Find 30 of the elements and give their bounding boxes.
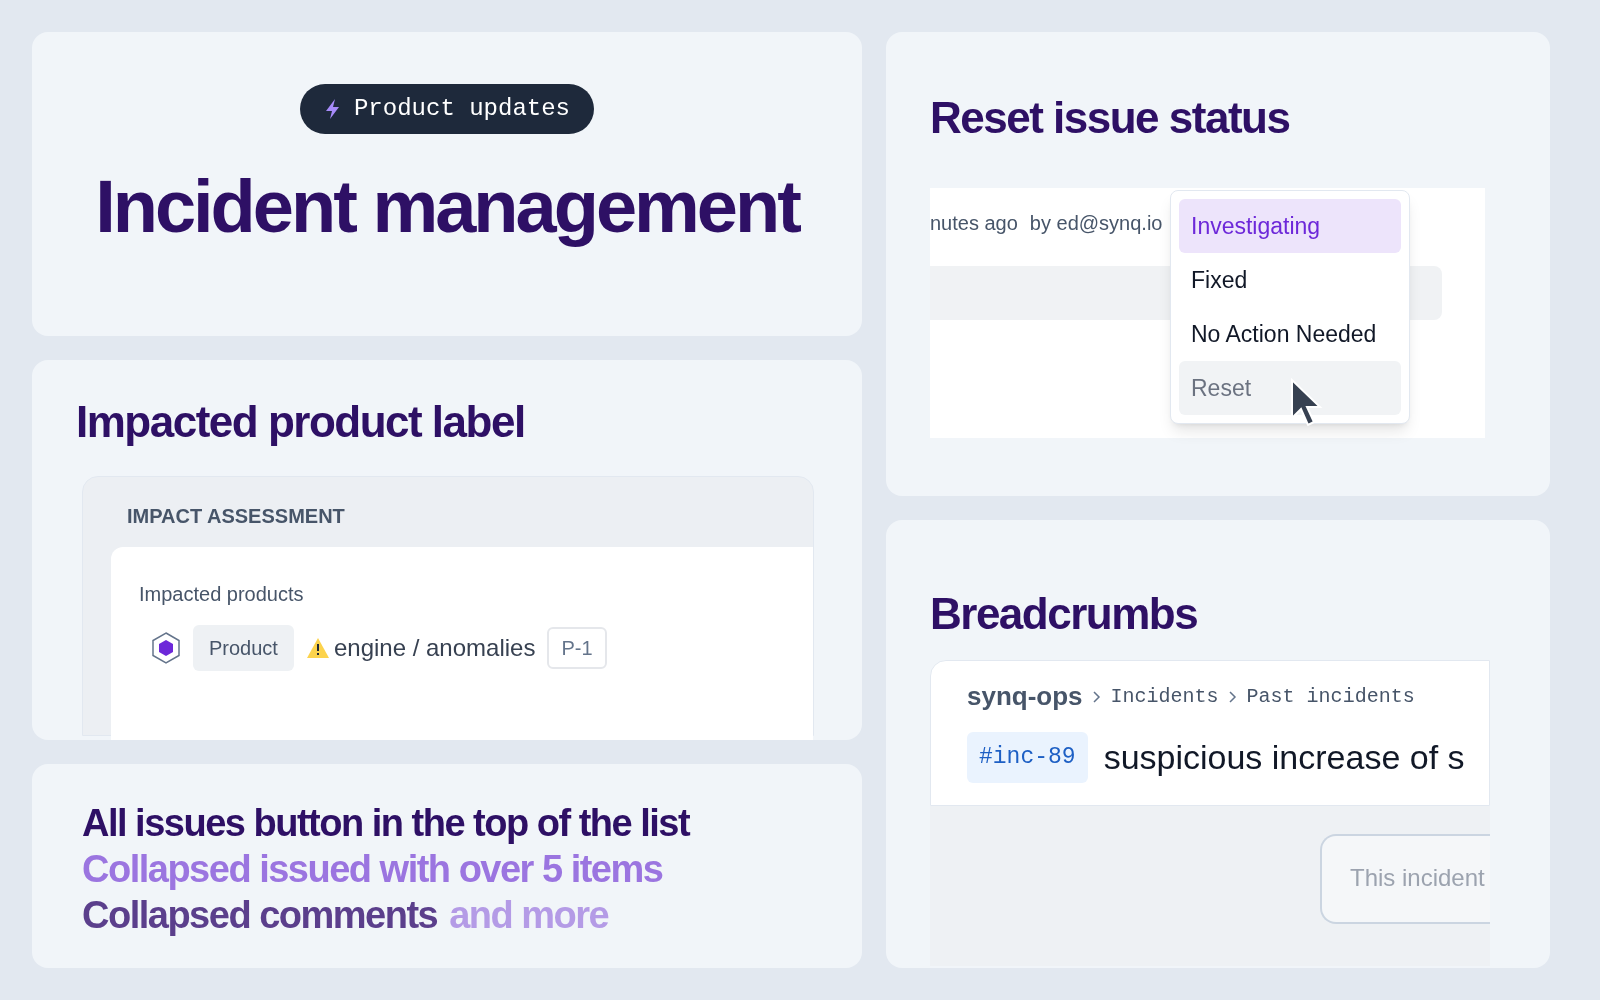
- menu-item[interactable]: Reset: [1179, 361, 1401, 415]
- card-heading: Reset issue status: [930, 96, 1291, 140]
- badge-label: Product updates: [353, 94, 570, 124]
- chevron-icon: [1226, 689, 1239, 704]
- section-title: IMPACT ASSESSMENT: [127, 504, 346, 529]
- feature-text: Collapsed issued with over 5 items: [82, 847, 663, 892]
- issue-meta: nutes ago: [930, 211, 1018, 236]
- breadcrumb-link[interactable]: synq-ops: [967, 677, 1083, 716]
- product-name: engine / anomalies: [333, 633, 536, 663]
- breadcrumb-link[interactable]: Past incidents: [1246, 681, 1415, 712]
- issue-meta: by ed@synq.io: [1029, 211, 1163, 236]
- hexagon-icon: [151, 632, 181, 664]
- chevron-icon: [1090, 689, 1103, 704]
- card-heading: Impacted product label: [76, 400, 526, 444]
- note-field: This incident: [1320, 834, 1490, 924]
- lightning-icon: [323, 98, 342, 120]
- field-label: Impacted products: [139, 582, 305, 607]
- feature-text: All issues button in the top of the list: [82, 801, 690, 846]
- menu-item[interactable]: No Action Needed: [1179, 307, 1401, 361]
- menu-item[interactable]: Investigating: [1179, 199, 1401, 253]
- breadcrumb-link[interactable]: Incidents: [1110, 681, 1219, 712]
- incident-title: suspicious increase of s: [1103, 737, 1465, 778]
- product-tag: Product: [193, 625, 294, 671]
- warning-icon: [305, 637, 330, 659]
- priority-tag: P-1: [547, 627, 607, 669]
- feature-text: Collapsed comments: [82, 893, 438, 938]
- card-heading: Breadcrumbs: [930, 592, 1199, 636]
- incident-id: #inc-89: [967, 732, 1088, 783]
- menu-item[interactable]: Fixed: [1179, 253, 1401, 307]
- feature-text: and more: [449, 893, 609, 938]
